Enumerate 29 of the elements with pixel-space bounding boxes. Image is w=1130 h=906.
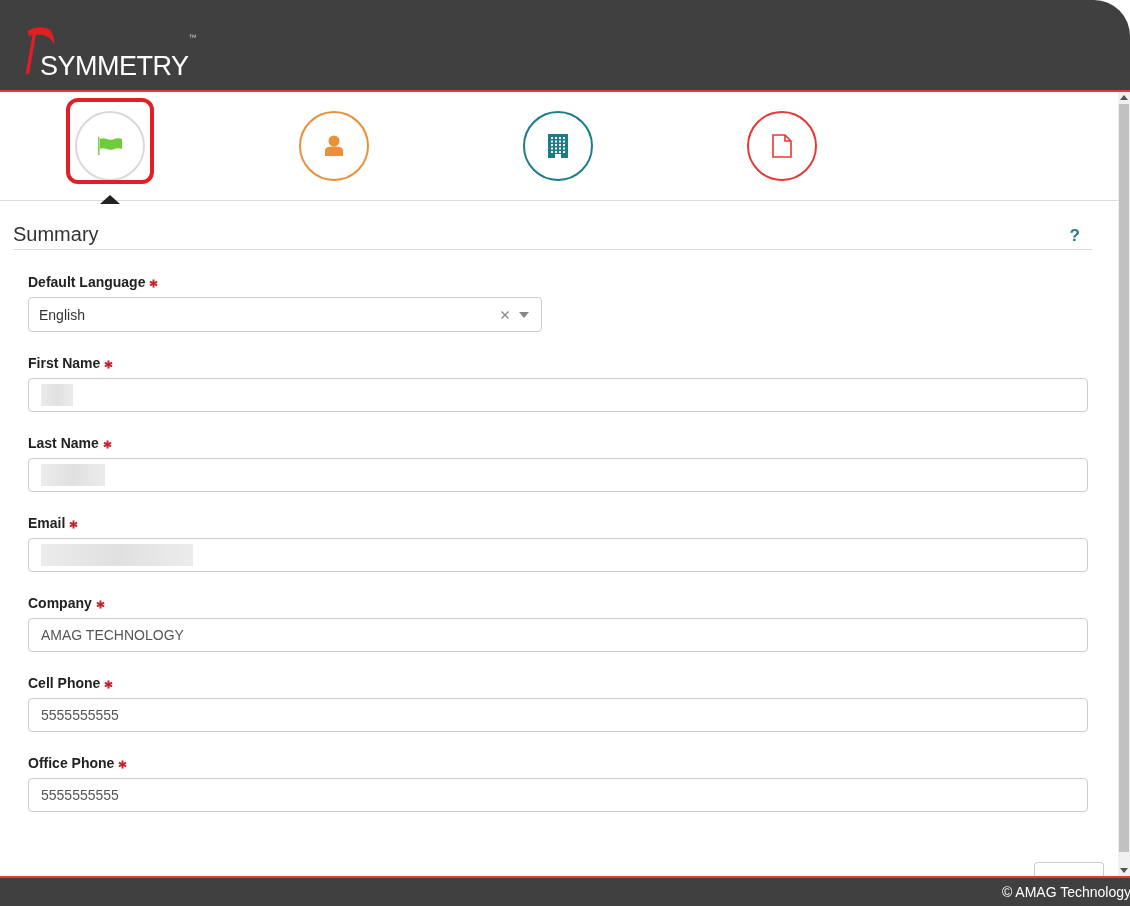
input-field[interactable] bbox=[28, 378, 1088, 412]
field-label: Company bbox=[28, 595, 92, 611]
field-label: Email bbox=[28, 515, 66, 531]
scrollbar[interactable] bbox=[1118, 92, 1130, 876]
caret-icon[interactable] bbox=[519, 311, 529, 318]
clear-icon[interactable] bbox=[500, 309, 510, 320]
field-label: First Name bbox=[28, 355, 101, 371]
next-button[interactable] bbox=[1034, 862, 1104, 876]
help-link[interactable]: ? bbox=[1069, 226, 1080, 246]
scroll-down-icon[interactable] bbox=[1120, 868, 1128, 873]
trademark: ™ bbox=[188, 33, 197, 42]
field-label: Office Phone bbox=[28, 755, 115, 771]
field-label: Default Language bbox=[28, 274, 146, 290]
person-icon bbox=[324, 135, 344, 157]
section-title: Summary bbox=[13, 223, 99, 246]
input-field[interactable] bbox=[28, 458, 1088, 492]
pointer-triangle bbox=[100, 195, 120, 204]
logo-text: SYMMETRY bbox=[40, 53, 189, 80]
document-icon bbox=[772, 134, 792, 158]
field-label: Last Name bbox=[28, 435, 99, 451]
flag-icon bbox=[97, 136, 123, 156]
scroll-up-icon[interactable] bbox=[1120, 95, 1128, 100]
input-field[interactable] bbox=[28, 538, 1088, 572]
input-field[interactable]: 5555555555 bbox=[28, 698, 1088, 732]
building-icon bbox=[548, 134, 568, 158]
language-select[interactable]: English bbox=[28, 297, 542, 332]
input-field[interactable]: 5555555555 bbox=[28, 778, 1088, 812]
field-label: Cell Phone bbox=[28, 675, 101, 691]
input-field[interactable]: AMAG TECHNOLOGY bbox=[28, 618, 1088, 652]
